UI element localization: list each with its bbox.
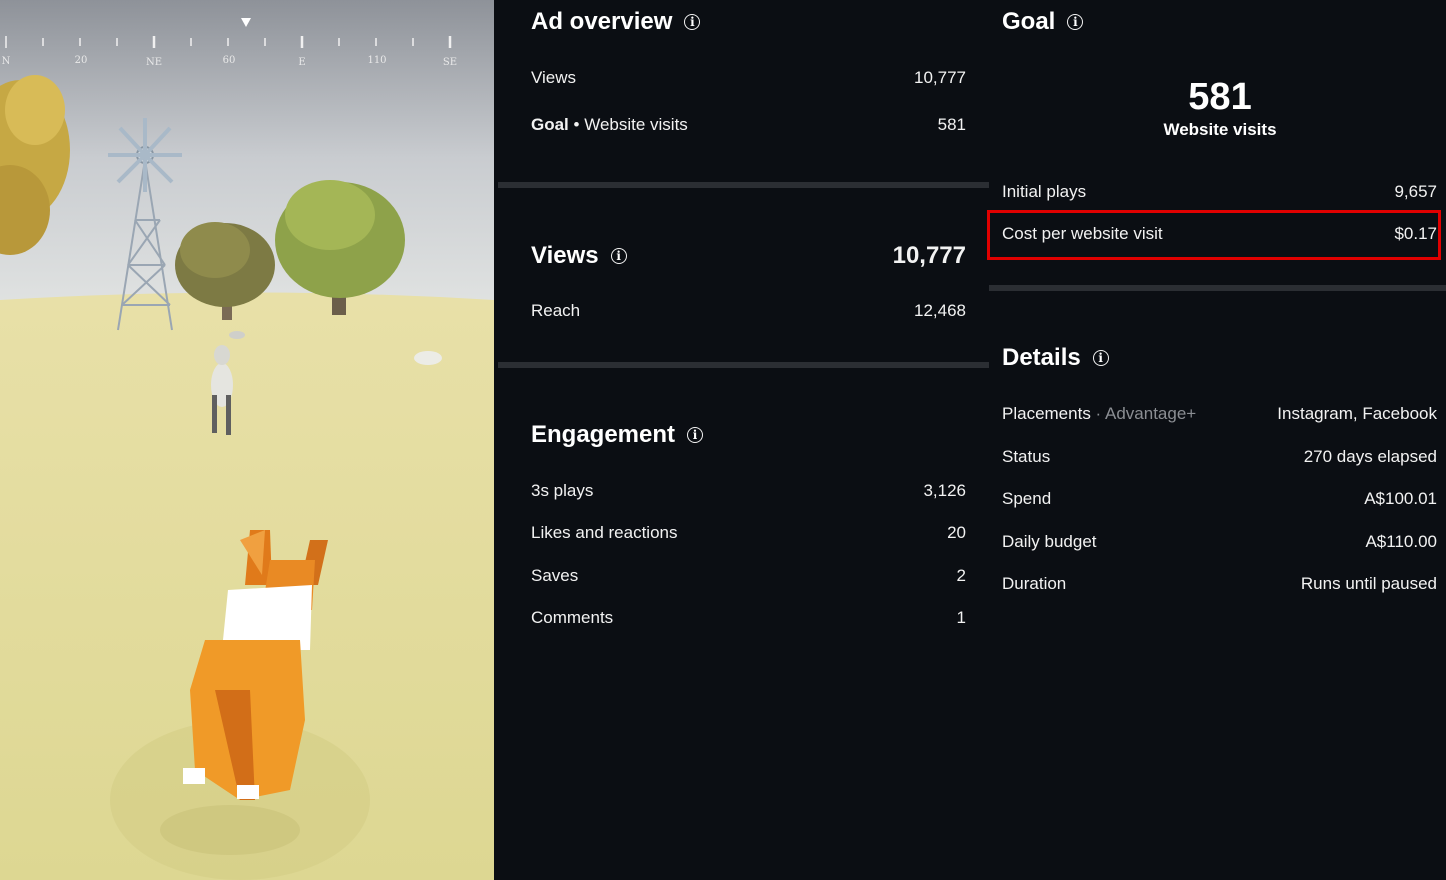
goal-heading: Goal i: [1002, 8, 1084, 36]
ad-overview-views-label: Views: [531, 68, 577, 87]
placements-value: Instagram, Facebook: [1277, 404, 1437, 423]
details-row-label: Duration: [1002, 574, 1067, 593]
game-scene: N 20 NE 60 E 110 SE: [0, 0, 494, 880]
initial-plays-value: 9,657: [1394, 182, 1437, 201]
compass-label-60: 60: [223, 55, 236, 66]
sheep: [414, 351, 442, 365]
info-icon[interactable]: i: [1092, 350, 1109, 366]
compass-label-110: 110: [367, 55, 386, 66]
details-row-value: A$100.01: [1364, 489, 1437, 508]
reach-label: Reach: [531, 301, 581, 320]
engagement-row-label: Comments: [531, 608, 614, 627]
ad-overview-heading: Ad overview i: [531, 8, 701, 36]
ad-overview-goal-label: Goal • Website visits: [531, 115, 688, 134]
divider: [989, 285, 1446, 291]
placements-sub: Advantage+: [1105, 404, 1197, 423]
views-total-value: 10,777: [892, 242, 966, 269]
compass-label-20: 20: [75, 55, 88, 66]
initial-plays-label: Initial plays: [1002, 182, 1087, 201]
game-preview: N 20 NE 60 E 110 SE: [0, 0, 494, 880]
divider: [498, 362, 989, 368]
info-icon[interactable]: i: [1067, 14, 1084, 30]
details-row-value: Runs until paused: [1300, 574, 1437, 593]
engagement-row-label: Saves: [531, 566, 579, 585]
details-heading: Details i: [1002, 344, 1109, 372]
engagement-heading: Engagement i: [531, 421, 704, 449]
goal-title: Goal: [1002, 8, 1056, 35]
info-icon[interactable]: i: [610, 248, 627, 264]
compass-label-ne: NE: [146, 57, 162, 68]
engagement-row-value: 1: [956, 608, 966, 627]
cost-per-visit-value: $0.17: [1394, 224, 1437, 243]
goal-label-bold: Goal: [531, 115, 569, 134]
details-row-label: Status: [1002, 447, 1051, 466]
divider: [498, 182, 989, 188]
cost-per-visit-label: Cost per website visit: [1002, 224, 1163, 243]
engagement-row-value: 20: [947, 523, 966, 542]
goal-big-label: Website visits: [1163, 120, 1277, 139]
ad-overview-title: Ad overview: [531, 8, 673, 35]
details-title: Details: [1002, 344, 1081, 371]
details-row-value: 270 days elapsed: [1303, 447, 1437, 466]
engagement-row-label: 3s plays: [531, 481, 594, 500]
goal-label-rest: Website visits: [584, 115, 688, 134]
placements-label: Placements · Advantage+: [1002, 404, 1197, 423]
reach-value: 12,468: [914, 301, 966, 320]
compass-label-n: N: [2, 56, 11, 67]
info-icon[interactable]: i: [684, 14, 701, 30]
compass-label-e: E: [298, 57, 305, 68]
engagement-title: Engagement: [531, 421, 676, 448]
compass-label-se: SE: [443, 57, 457, 68]
goal-big-number: 581: [1188, 76, 1252, 118]
views-title: Views: [531, 242, 599, 269]
details-row-value: A$110.00: [1365, 532, 1437, 551]
details-row-label: Spend: [1002, 489, 1052, 508]
ad-overview-views-value: 10,777: [914, 68, 966, 87]
views-heading: Views i: [531, 242, 627, 270]
ad-overview-goal-value: 581: [937, 115, 966, 134]
info-icon[interactable]: i: [687, 427, 704, 443]
engagement-row-label: Likes and reactions: [531, 523, 678, 542]
engagement-row-value: 3,126: [923, 481, 966, 500]
details-row-label: Daily budget: [1002, 532, 1097, 551]
engagement-row-value: 2: [956, 566, 966, 585]
placements-label-text: Placements: [1002, 404, 1091, 423]
